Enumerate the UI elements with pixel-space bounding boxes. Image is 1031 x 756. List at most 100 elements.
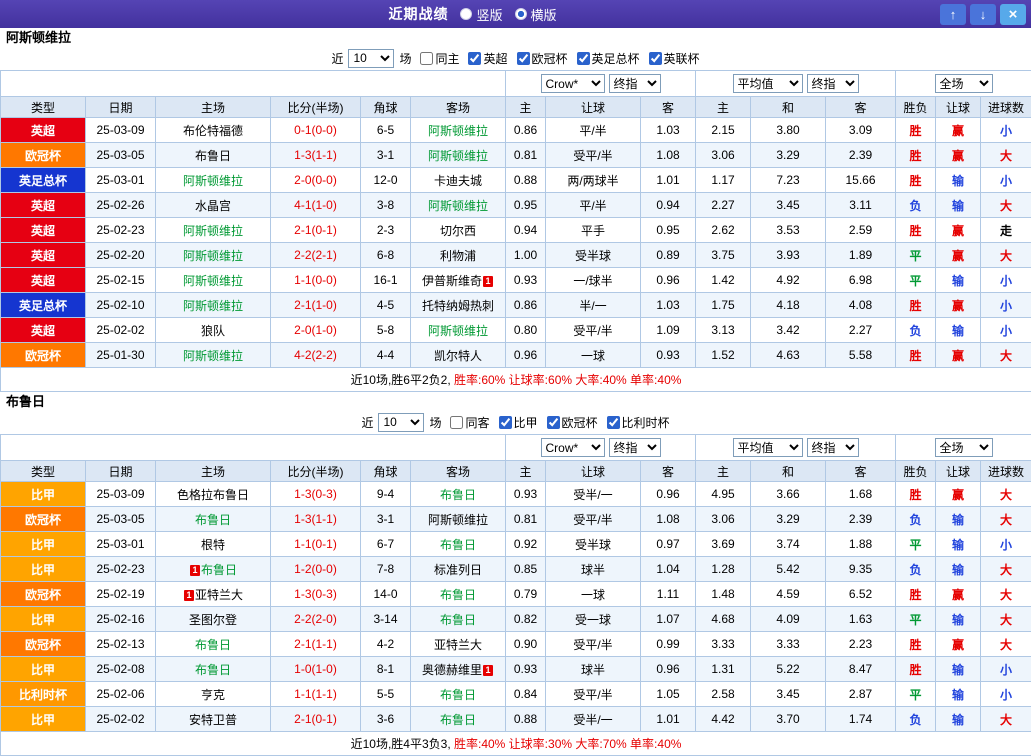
avg-home-cell: 1.75 [696, 293, 751, 318]
red-card-badge: 1 [190, 565, 200, 576]
away-team-cell: 阿斯顿维拉 [411, 318, 506, 343]
recent-count-select[interactable]: 10 [348, 49, 394, 68]
filter-option[interactable]: 比甲 [499, 414, 538, 431]
avg-draw-cell: 3.80 [751, 118, 826, 143]
goals-result-cell: 大 [981, 482, 1031, 507]
filter-option[interactable]: 英联杯 [649, 50, 700, 67]
away-team-name: 阿斯顿维拉 [428, 124, 488, 138]
home-team-name: 圣图尔登 [189, 613, 237, 627]
filter-checkbox[interactable] [607, 416, 620, 429]
recent-count-select[interactable]: 10 [378, 413, 424, 432]
score-cell: 1-0(1-0) [271, 657, 361, 682]
filter-checkbox[interactable] [468, 52, 481, 65]
goals-result-cell: 小 [981, 268, 1031, 293]
home-odds-cell: 0.88 [506, 707, 546, 732]
goals-result-cell: 大 [981, 143, 1031, 168]
filter-checkbox[interactable] [499, 416, 512, 429]
move-up-button[interactable]: ↑ [940, 4, 966, 25]
score-cell: 1-3(0-3) [271, 482, 361, 507]
filter-option[interactable]: 同客 [450, 414, 489, 431]
home-team-name: 阿斯顿维拉 [183, 349, 243, 363]
date-cell: 25-02-06 [86, 682, 156, 707]
average-final-odds-select[interactable]: 终指 [807, 438, 859, 457]
filter-checkbox[interactable] [450, 416, 463, 429]
column-header: 主 [506, 97, 546, 118]
summary-rates: 胜率:60% 让球率:60% 大率:40% 单率:40% [454, 373, 681, 387]
column-header: 客 [641, 97, 696, 118]
filter-option[interactable]: 欧冠杯 [517, 50, 568, 67]
layout-option-vertical[interactable]: 竖版 [460, 5, 502, 24]
matches-label: 场 [399, 50, 411, 67]
average-final-odds-select[interactable]: 终指 [807, 74, 859, 93]
avg-home-cell: 1.31 [696, 657, 751, 682]
move-down-button[interactable]: ↓ [970, 4, 996, 25]
handicap-line-cell: 球半 [546, 657, 641, 682]
bookmaker-select[interactable]: Crow* [541, 74, 605, 93]
corners-cell: 5-5 [361, 682, 411, 707]
column-header: 日期 [86, 461, 156, 482]
avg-draw-cell: 4.92 [751, 268, 826, 293]
average-select[interactable]: 平均值 [733, 74, 803, 93]
date-cell: 25-02-23 [86, 557, 156, 582]
date-cell: 25-03-09 [86, 482, 156, 507]
avg-away-cell: 2.59 [826, 218, 896, 243]
away-odds-cell: 1.01 [641, 168, 696, 193]
result-cell: 胜 [896, 657, 936, 682]
filter-option[interactable]: 比利时杯 [607, 414, 670, 431]
corners-cell: 7-8 [361, 557, 411, 582]
vertical-layout-radio[interactable] [460, 8, 472, 20]
league-cell: 比利时杯 [1, 682, 86, 707]
filter-option[interactable]: 英足总杯 [577, 50, 640, 67]
result-cell: 胜 [896, 118, 936, 143]
match-row: 比甲25-03-09色格拉布鲁日1-3(0-3)9-4布鲁日0.93受半/一0.… [1, 482, 1031, 507]
away-team-cell: 阿斯顿维拉 [411, 507, 506, 532]
summary-row: 近10场,胜4平3负3, 胜率:40% 让球率:30% 大率:70% 单率:40… [1, 732, 1031, 756]
filter-option[interactable]: 同主 [420, 50, 459, 67]
summary-row: 近10场,胜6平2负2, 胜率:60% 让球率:60% 大率:40% 单率:40… [1, 368, 1031, 392]
odds-selector-row: Crow*终指平均值终指全场 [1, 71, 1031, 97]
date-cell: 25-02-08 [86, 657, 156, 682]
filter-checkbox[interactable] [420, 52, 433, 65]
goals-result-cell: 小 [981, 532, 1031, 557]
filter-option[interactable]: 欧冠杯 [547, 414, 598, 431]
away-team-cell: 切尔西 [411, 218, 506, 243]
filter-checkbox[interactable] [649, 52, 662, 65]
away-odds-cell: 0.96 [641, 482, 696, 507]
away-team-name: 凯尔特人 [434, 349, 482, 363]
avg-away-cell: 8.47 [826, 657, 896, 682]
away-team-cell: 布鲁日 [411, 582, 506, 607]
match-row: 英足总杯25-02-10阿斯顿维拉2-1(1-0)4-5托特纳姆热刺0.86半/… [1, 293, 1031, 318]
corners-cell: 3-1 [361, 143, 411, 168]
filter-checkbox[interactable] [517, 52, 530, 65]
league-cell: 欧冠杯 [1, 507, 86, 532]
column-header: 日期 [86, 97, 156, 118]
horizontal-layout-radio[interactable] [515, 8, 527, 20]
away-team-name: 阿斯顿维拉 [428, 149, 488, 163]
match-row: 比利时杯25-02-06亨克1-1(1-1)5-5布鲁日0.84受平/半1.05… [1, 682, 1031, 707]
final-odds-select[interactable]: 终指 [609, 438, 661, 457]
date-cell: 25-03-01 [86, 532, 156, 557]
down-arrow-icon: ↓ [980, 7, 987, 22]
home-odds-cell: 0.82 [506, 607, 546, 632]
bookmaker-select[interactable]: Crow* [541, 438, 605, 457]
team-section: 阿斯顿维拉近10场同主英超欧冠杯英足总杯英联杯Crow*终指平均值终指全场类型日… [0, 28, 1031, 392]
filter-option[interactable]: 英超 [468, 50, 507, 67]
avg-home-cell: 4.42 [696, 707, 751, 732]
full-match-select[interactable]: 全场 [935, 438, 993, 457]
away-team-cell: 布鲁日 [411, 532, 506, 557]
filter-checkbox[interactable] [577, 52, 590, 65]
away-team-cell: 阿斯顿维拉 [411, 143, 506, 168]
final-odds-select[interactable]: 终指 [609, 74, 661, 93]
filter-checkbox[interactable] [547, 416, 560, 429]
away-odds-cell: 0.89 [641, 243, 696, 268]
close-button[interactable]: × [1000, 4, 1026, 25]
match-row: 比甲25-03-01根特1-1(0-1)6-7布鲁日0.92受半球0.973.6… [1, 532, 1031, 557]
result-cell: 胜 [896, 582, 936, 607]
layout-option-horizontal[interactable]: 横版 [515, 5, 557, 24]
avg-home-cell: 2.58 [696, 682, 751, 707]
full-match-select[interactable]: 全场 [935, 74, 993, 93]
average-select[interactable]: 平均值 [733, 438, 803, 457]
away-odds-cell: 0.94 [641, 193, 696, 218]
home-odds-cell: 0.94 [506, 218, 546, 243]
league-cell: 欧冠杯 [1, 143, 86, 168]
